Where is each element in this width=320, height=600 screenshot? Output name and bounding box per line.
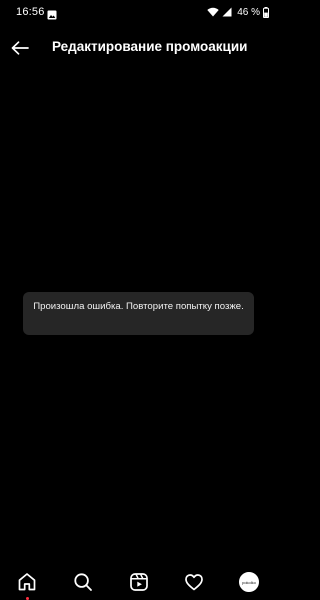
home-icon: [18, 573, 36, 591]
nav-profile-button[interactable]: pokolko: [237, 570, 261, 594]
signal-icon: [222, 7, 232, 17]
nav-reels-button[interactable]: [127, 570, 151, 594]
avatar-label: pokolko: [242, 579, 256, 585]
bottom-nav: pokolko: [0, 562, 277, 600]
status-time: 16:56: [16, 6, 45, 18]
gallery-icon: [47, 7, 57, 20]
status-bar: 16:56 46 %: [0, 0, 277, 26]
heart-icon: [185, 574, 203, 591]
error-toast: Произошла ошибка. Повторите попытку позж…: [23, 292, 254, 335]
battery-icon: [263, 6, 269, 18]
nav-activity-button[interactable]: [182, 570, 206, 594]
nav-search-button[interactable]: [71, 570, 95, 594]
page-title: Редактирование промоакции: [52, 39, 248, 54]
toast-message: Произошла ошибка. Повторите попытку позж…: [33, 301, 244, 312]
status-right-group: 46 %: [207, 5, 269, 19]
battery-percent: 46 %: [237, 6, 260, 18]
app-header: Редактирование промоакции: [0, 30, 277, 66]
back-button[interactable]: [8, 36, 32, 60]
nav-home-button[interactable]: [15, 570, 39, 594]
search-icon: [74, 573, 92, 591]
arrow-left-icon: [11, 41, 29, 55]
wifi-icon: [207, 7, 219, 17]
avatar: pokolko: [239, 572, 259, 592]
reels-icon: [130, 573, 148, 591]
